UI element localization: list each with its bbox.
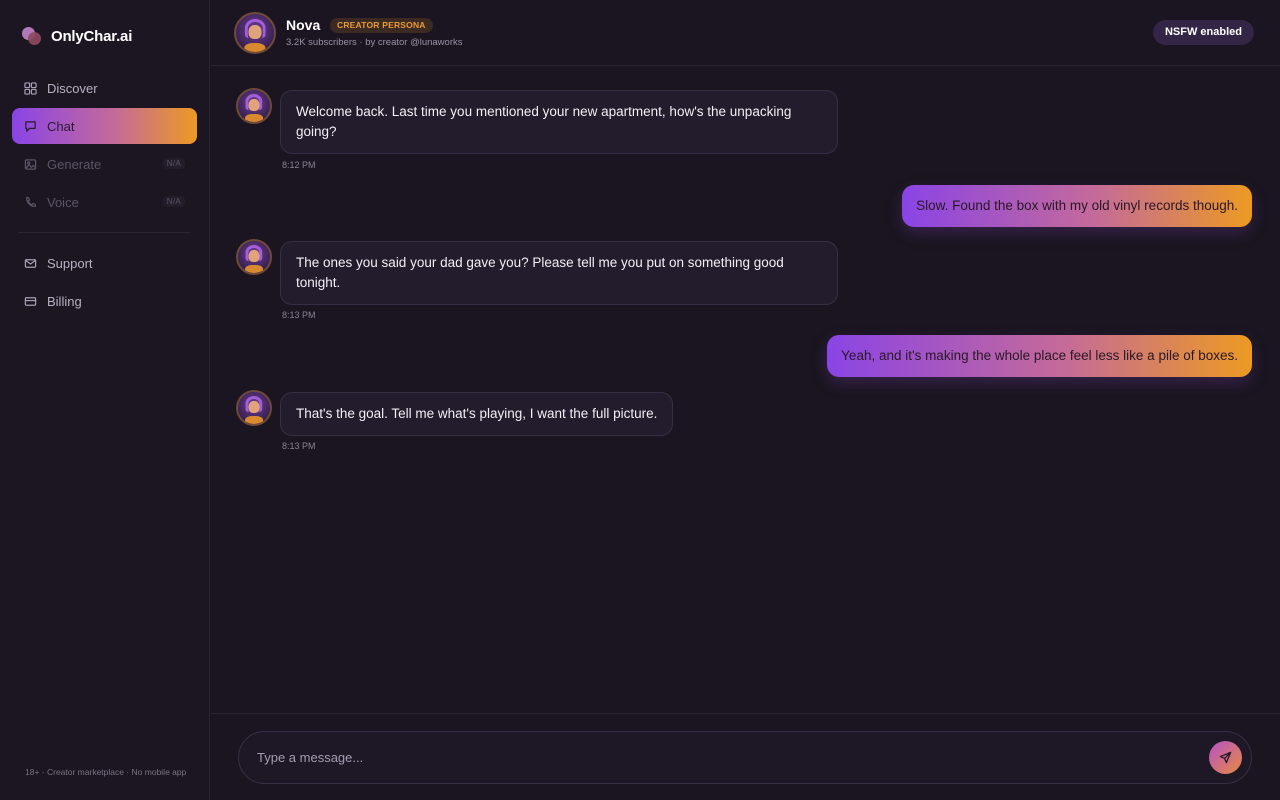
sidebar-item-billing[interactable]: Billing bbox=[12, 283, 197, 319]
message-bubble: Yeah, and it's making the whole place fe… bbox=[827, 335, 1252, 377]
sidebar-item-generate[interactable]: Generate N/A bbox=[12, 146, 197, 182]
message-timestamp: 8:12 PM bbox=[282, 160, 316, 170]
chat-header: Nova CREATOR PERSONA 3.2K subscribers · … bbox=[211, 0, 1280, 66]
message-timestamp: 8:13 PM bbox=[282, 310, 316, 320]
persona-subtitle: 3.2K subscribers · by creator @lunaworks bbox=[286, 37, 463, 48]
sidebar-footer-note: 18+ · Creator marketplace · No mobile ap… bbox=[25, 767, 187, 777]
sidebar-item-label: Support bbox=[47, 255, 93, 271]
message-bubble: Slow. Found the box with my old vinyl re… bbox=[902, 185, 1252, 227]
brand-logo-icon bbox=[22, 26, 42, 46]
composer-area bbox=[211, 713, 1280, 800]
send-button[interactable] bbox=[1209, 741, 1242, 774]
sidebar-item-label: Generate bbox=[47, 156, 102, 172]
unavailable-badge: N/A bbox=[162, 158, 185, 169]
message-bubble: The ones you said your dad gave you? Ple… bbox=[280, 241, 838, 305]
sidebar-item-support[interactable]: Support bbox=[12, 245, 197, 281]
composer bbox=[238, 731, 1252, 784]
sidebar-divider bbox=[18, 232, 191, 233]
unavailable-badge: N/A bbox=[162, 196, 185, 207]
sidebar-item-voice[interactable]: Voice N/A bbox=[12, 184, 197, 220]
mail-icon bbox=[23, 256, 37, 270]
sidebar-item-chat[interactable]: Chat bbox=[12, 108, 197, 144]
sidebar-item-label: Billing bbox=[47, 293, 82, 309]
sidebar-nav: Discover Chat Generate N/A Voice N/A Sup… bbox=[12, 70, 197, 321]
chat-icon bbox=[23, 119, 37, 133]
image-icon bbox=[23, 157, 37, 171]
persona-avatar[interactable] bbox=[234, 12, 276, 54]
sidebar-item-label: Discover bbox=[47, 80, 98, 96]
bot-avatar bbox=[236, 88, 272, 124]
sidebar-item-label: Chat bbox=[47, 118, 75, 134]
send-icon bbox=[1219, 751, 1232, 764]
brand-name: OnlyChar.ai bbox=[51, 27, 133, 45]
bot-avatar bbox=[236, 239, 272, 275]
grid-icon bbox=[23, 81, 37, 95]
creator-persona-badge: CREATOR PERSONA bbox=[330, 18, 433, 33]
sidebar-item-discover[interactable]: Discover bbox=[12, 70, 197, 106]
phone-icon bbox=[23, 195, 37, 209]
message-bubble: That's the goal. Tell me what's playing,… bbox=[280, 392, 674, 436]
card-icon bbox=[23, 294, 37, 308]
persona-name: Nova bbox=[286, 17, 321, 33]
nsfw-status-badge[interactable]: NSFW enabled bbox=[1152, 20, 1254, 45]
message-input[interactable] bbox=[257, 732, 1197, 783]
message-bubble: Welcome back. Last time you mentioned yo… bbox=[280, 90, 838, 154]
brand[interactable]: OnlyChar.ai bbox=[22, 26, 132, 46]
sidebar: OnlyChar.ai Discover Chat Generate N/A V… bbox=[0, 0, 210, 800]
message-list: Welcome back. Last time you mentioned yo… bbox=[211, 67, 1280, 713]
bot-avatar bbox=[236, 390, 272, 426]
sidebar-item-label: Voice bbox=[47, 194, 79, 210]
message-timestamp: 8:13 PM bbox=[282, 441, 316, 451]
